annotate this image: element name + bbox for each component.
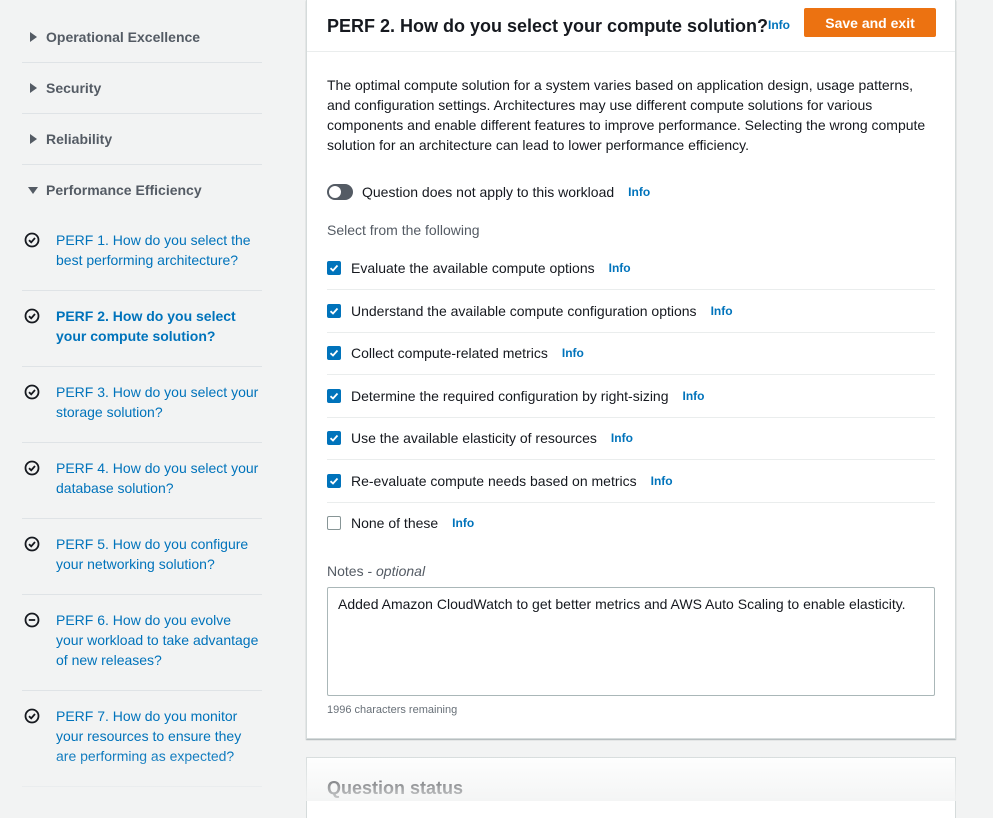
choice-label: None of these — [351, 515, 439, 531]
choice-checkbox[interactable] — [327, 474, 341, 488]
info-link[interactable]: Info — [683, 389, 705, 403]
checkmark-icon — [329, 264, 339, 272]
characters-remaining: 1996 characters remaining — [327, 704, 458, 716]
sidebar-question-label: PERF 7. How do you monitor your resource… — [56, 708, 242, 764]
notes-label: Notes - optional — [327, 563, 425, 579]
choice-row: Re-evaluate compute needs based on metri… — [327, 460, 935, 503]
choice-checkbox[interactable] — [327, 389, 341, 403]
choice-label: Understand the available compute configu… — [351, 303, 697, 319]
notes-label-text: Notes - — [327, 563, 377, 579]
check-circle-icon — [24, 308, 40, 324]
sidebar-question-perf3[interactable]: PERF 3. How do you select your storage s… — [22, 382, 262, 443]
choice-checkbox[interactable] — [327, 516, 341, 530]
pillar-operational-excellence[interactable]: Operational Excellence — [22, 12, 262, 63]
choice-checkbox[interactable] — [327, 431, 341, 445]
choice-row: Understand the available compute configu… — [327, 290, 935, 333]
sidebar-question-label: PERF 6. How do you evolve your workload … — [56, 612, 259, 668]
info-link[interactable]: Info — [609, 261, 631, 275]
save-and-exit-button[interactable]: Save and exit — [804, 8, 936, 37]
choice-checkbox[interactable] — [327, 261, 341, 275]
check-circle-icon — [24, 536, 40, 552]
notes-textarea[interactable]: Added Amazon CloudWatch to get better me… — [327, 587, 935, 696]
not-applicable-row: Question does not apply to this workload… — [327, 182, 650, 202]
check-circle-icon — [24, 708, 40, 724]
caret-down-icon — [28, 186, 38, 194]
choice-label: Use the available elasticity of resource… — [351, 430, 597, 446]
info-link[interactable]: Info — [628, 185, 650, 199]
minus-circle-icon — [24, 612, 40, 628]
pillar-label: Security — [46, 80, 102, 96]
check-circle-icon — [24, 232, 40, 248]
pillar-label: Performance Efficiency — [46, 182, 202, 198]
sidebar-question-perf2[interactable]: PERF 2. How do you select your compute s… — [22, 306, 262, 367]
sidebar-question-label: PERF 4. How do you select your database … — [56, 460, 259, 496]
choice-label: Collect compute-related metrics — [351, 345, 548, 361]
sidebar-question-perf7[interactable]: PERF 7. How do you monitor your resource… — [22, 706, 262, 787]
choice-row: Evaluate the available compute options I… — [327, 247, 935, 290]
question-status-title: Question status — [327, 778, 464, 798]
choice-row: Use the available elasticity of resource… — [327, 417, 935, 460]
not-applicable-toggle[interactable] — [327, 184, 353, 200]
pillar-label: Reliability — [46, 131, 113, 147]
sidebar-question-perf5[interactable]: PERF 5. How do you configure your networ… — [22, 534, 262, 595]
question-panel: PERF 2. How do you select your compute s… — [306, 0, 956, 739]
choice-row: Collect compute-related metrics Info — [327, 332, 935, 375]
sidebar-question-perf6[interactable]: PERF 6. How do you evolve your workload … — [22, 610, 262, 691]
select-label: Select from the following — [327, 222, 480, 238]
checkmark-icon — [329, 349, 339, 357]
info-link[interactable]: Info — [651, 474, 673, 488]
question-description: The optimal compute solution for a syste… — [327, 77, 926, 153]
pillar-security[interactable]: Security — [22, 63, 262, 114]
choice-label: Re-evaluate compute needs based on metri… — [351, 473, 637, 489]
sidebar-question-perf4[interactable]: PERF 4. How do you select your database … — [22, 458, 262, 519]
question-title: PERF 2. How do you select your compute s… — [327, 16, 769, 36]
toggle-label: Question does not apply to this workload — [362, 184, 615, 200]
checkmark-icon — [329, 434, 339, 442]
sidebar-question-label: PERF 2. How do you select your compute s… — [56, 308, 236, 344]
question-status-panel: Question status — [306, 757, 956, 818]
check-circle-icon — [24, 384, 40, 400]
info-link[interactable]: Info — [452, 516, 474, 530]
notes-optional: optional — [376, 563, 426, 579]
question-header: PERF 2. How do you select your compute s… — [307, 0, 955, 52]
sidebar-question-label: PERF 5. How do you configure your networ… — [56, 536, 249, 572]
caret-right-icon — [30, 134, 37, 144]
info-link[interactable]: Info — [562, 346, 584, 360]
checkmark-icon — [329, 307, 339, 315]
pillar-performance-efficiency[interactable]: Performance Efficiency — [22, 165, 262, 215]
checkmark-icon — [329, 392, 339, 400]
choice-label: Evaluate the available compute options — [351, 260, 595, 276]
caret-right-icon — [30, 32, 37, 42]
choice-row: None of these Info — [327, 502, 935, 544]
info-link[interactable]: Info — [711, 304, 733, 318]
info-link[interactable]: Info — [768, 18, 790, 32]
caret-right-icon — [30, 83, 37, 93]
choice-checkbox[interactable] — [327, 304, 341, 318]
pillar-label: Operational Excellence — [46, 29, 201, 45]
choice-row: Determine the required configuration by … — [327, 375, 935, 418]
info-link[interactable]: Info — [611, 431, 633, 445]
sidebar-question-label: PERF 1. How do you select the best perfo… — [56, 232, 251, 268]
check-circle-icon — [24, 460, 40, 476]
sidebar-question-label: PERF 3. How do you select your storage s… — [56, 384, 259, 420]
pillar-reliability[interactable]: Reliability — [22, 114, 262, 165]
choice-label: Determine the required configuration by … — [351, 388, 669, 404]
checkmark-icon — [329, 477, 339, 485]
sidebar-question-perf1[interactable]: PERF 1. How do you select the best perfo… — [22, 230, 262, 291]
choice-checkbox[interactable] — [327, 346, 341, 360]
sidebar: Operational Excellence Security Reliabil… — [0, 0, 290, 801]
